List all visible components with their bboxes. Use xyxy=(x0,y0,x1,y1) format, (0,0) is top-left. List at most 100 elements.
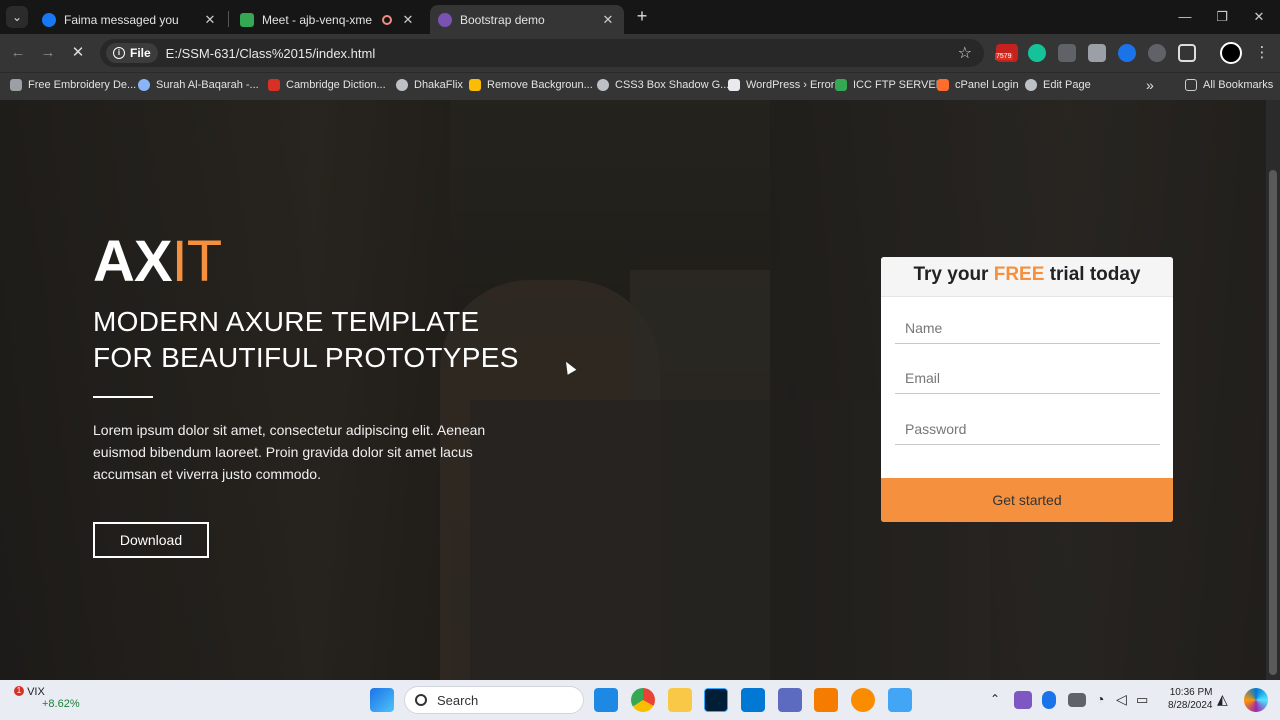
bookmark-favicon-icon xyxy=(469,79,481,91)
headline-line-2: FOR BEAUTIFUL PROTOTYPES xyxy=(93,342,519,373)
clock[interactable]: 10:36 PM 8/28/2024 xyxy=(1168,687,1213,711)
notification-bell-icon[interactable]: ◭ xyxy=(1217,691,1228,708)
bookmark-item[interactable]: Remove Backgroun... xyxy=(469,79,593,91)
bookmark-label: Cambridge Diction... xyxy=(286,79,386,91)
windows-start-icon[interactable] xyxy=(370,688,394,712)
tab-search-button[interactable]: ⌄ xyxy=(6,6,28,28)
profile-avatar[interactable] xyxy=(1220,42,1242,64)
back-icon[interactable]: ← xyxy=(8,43,28,63)
browser-chrome: ⌄ Faima messaged you ✕ Meet - ajb-venq-x… xyxy=(0,0,1280,100)
stop-loading-icon[interactable]: ✕ xyxy=(68,43,88,63)
search-icon xyxy=(415,694,427,706)
extensions-puzzle-icon[interactable] xyxy=(1178,44,1196,62)
all-bookmarks-label: All Bookmarks xyxy=(1203,79,1274,91)
sublime-text-icon[interactable] xyxy=(814,688,838,712)
all-bookmarks-button[interactable]: All Bookmarks xyxy=(1185,79,1273,91)
bookmark-item[interactable]: Cambridge Diction... xyxy=(268,79,386,91)
bookmark-item[interactable]: Free Embroidery De... xyxy=(10,79,136,91)
restore-button[interactable]: ❐ xyxy=(1203,0,1241,34)
page-icon xyxy=(438,12,452,27)
notepad-icon[interactable] xyxy=(888,688,912,712)
site-info-chip[interactable]: i File xyxy=(106,43,158,63)
bookmark-item[interactable]: DhakaFlix xyxy=(396,79,463,91)
tab-facebook[interactable]: Faima messaged you ✕ xyxy=(34,5,226,34)
bookmark-item[interactable]: Surah Al-Baqarah -... xyxy=(138,79,259,91)
bookmark-item[interactable]: ICC FTP SERVER xyxy=(835,79,944,91)
get-started-button[interactable]: Get started xyxy=(881,478,1173,522)
bookmark-label: WordPress › Error xyxy=(746,79,835,91)
close-window-button[interactable]: ✕ xyxy=(1240,0,1278,34)
bookmarks-bar: Free Embroidery De... Surah Al-Baqarah -… xyxy=(0,72,1280,100)
keyboard-icon[interactable] xyxy=(1068,693,1086,707)
bookmark-star-icon[interactable]: ☆ xyxy=(958,43,972,63)
page-scrollbar[interactable] xyxy=(1266,100,1280,680)
bookmark-item[interactable]: CSS3 Box Shadow G... xyxy=(597,79,729,91)
email-field[interactable] xyxy=(895,362,1160,394)
bookmark-label: cPanel Login xyxy=(955,79,1019,91)
file-label: File xyxy=(130,46,151,60)
form-title-end: trial today xyxy=(1044,264,1141,285)
tab-divider xyxy=(228,11,229,27)
logo-main-text: AX xyxy=(93,229,173,294)
bookmark-favicon-icon xyxy=(396,79,408,91)
headline-line-1: MODERN AXURE TEMPLATE xyxy=(93,306,480,337)
bookmark-item[interactable]: cPanel Login xyxy=(937,79,1019,91)
stock-widget[interactable]: 1 VIX +8.62% xyxy=(14,686,80,710)
vscode-icon[interactable] xyxy=(594,688,618,712)
site-logo: AXIT xyxy=(93,229,223,294)
bookmark-label: Remove Backgroun... xyxy=(487,79,593,91)
copilot-icon[interactable] xyxy=(1244,688,1268,712)
bookmark-item[interactable]: Edit Page xyxy=(1025,79,1091,91)
address-bar[interactable]: i File E:/SSM-631/Class%2015/index.html … xyxy=(100,39,984,67)
pen-icon[interactable] xyxy=(1014,691,1032,709)
bookmark-favicon-icon xyxy=(268,79,280,91)
menu-kebab-icon[interactable]: ⋮ xyxy=(1252,43,1272,63)
password-field[interactable] xyxy=(895,413,1160,445)
minimize-button[interactable]: — xyxy=(1166,0,1204,34)
tray-chevron-icon[interactable]: ⌃ xyxy=(990,692,1000,706)
tab-bootstrap-demo[interactable]: Bootstrap demo ✕ xyxy=(430,5,624,34)
extension-icon[interactable] xyxy=(1058,44,1076,62)
extension-badge-icon[interactable]: 7579 xyxy=(995,44,1018,62)
search-label: Search xyxy=(437,692,479,708)
app-icon[interactable] xyxy=(778,688,802,712)
close-icon[interactable]: ✕ xyxy=(202,12,218,28)
volume-icon[interactable]: ◁ xyxy=(1116,691,1127,708)
wifi-icon[interactable]: ◔ xyxy=(1096,691,1104,707)
scrollbar-thumb[interactable] xyxy=(1269,170,1277,675)
tab-meet[interactable]: Meet - ajb-venq-xme ✕ xyxy=(232,5,424,34)
bookmark-item[interactable]: WordPress › Error xyxy=(728,79,834,91)
widget-badge: 1 xyxy=(14,686,24,696)
name-field[interactable] xyxy=(895,312,1160,344)
file-explorer-icon[interactable] xyxy=(668,688,692,712)
camera-icon[interactable] xyxy=(1088,44,1106,62)
form-title-highlight: FREE xyxy=(993,264,1045,285)
wordpress-icon[interactable] xyxy=(1148,44,1166,62)
hero-description: Lorem ipsum dolor sit amet, consectetur … xyxy=(93,422,486,482)
divider xyxy=(93,396,153,398)
widget-name: VIX xyxy=(27,686,45,698)
photoshop-icon[interactable] xyxy=(704,688,728,712)
microphone-icon[interactable] xyxy=(1042,691,1056,709)
xampp-icon[interactable] xyxy=(851,688,875,712)
chrome-icon[interactable] xyxy=(631,688,655,712)
bookmarks-overflow-button[interactable]: » xyxy=(1146,77,1154,93)
tab-title: Faima messaged you xyxy=(64,12,179,27)
new-tab-button[interactable]: + xyxy=(632,6,652,26)
grammarly-icon[interactable] xyxy=(1028,44,1046,62)
taskbar-search[interactable]: Search xyxy=(404,686,584,714)
trial-signup-form: Try your FREE trial today Get started xyxy=(881,257,1173,522)
battery-icon[interactable]: ▭ xyxy=(1136,692,1148,708)
browser-toolbar: ← → ✕ i File E:/SSM-631/Class%2015/index… xyxy=(0,34,1280,72)
url-text[interactable]: E:/SSM-631/Class%2015/index.html xyxy=(166,46,376,61)
bookmark-label: CSS3 Box Shadow G... xyxy=(615,79,730,91)
bookmark-label: Surah Al-Baqarah -... xyxy=(156,79,259,91)
forward-icon[interactable]: → xyxy=(38,43,58,63)
hero-section: AXIT MODERN AXURE TEMPLATE FOR BEAUTIFUL… xyxy=(0,100,1266,680)
download-button[interactable]: Download xyxy=(93,522,209,558)
close-icon[interactable]: ✕ xyxy=(600,12,616,28)
close-icon[interactable]: ✕ xyxy=(400,12,416,28)
logo-accent-text: IT xyxy=(171,229,223,294)
store-icon[interactable] xyxy=(741,688,765,712)
extension-blue-icon[interactable] xyxy=(1118,44,1136,62)
